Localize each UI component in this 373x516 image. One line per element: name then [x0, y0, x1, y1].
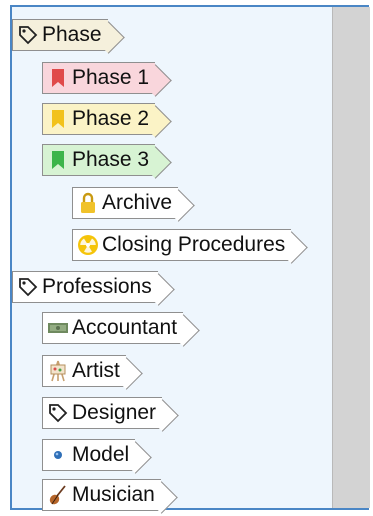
tree-item-closing-procedures[interactable]: Closing Procedures	[72, 229, 292, 261]
radiation-icon	[77, 234, 99, 256]
tag-tree-panel: Phase Phase 1 Phase 2 Phase 3 Archive Cl…	[10, 5, 370, 511]
tree-item-label: Musician	[72, 483, 155, 506]
tree-item-label: Phase 2	[72, 107, 150, 130]
lock-icon	[77, 192, 99, 214]
yellow-bookmark-icon	[47, 108, 69, 130]
tree-item-label: Phase 1	[72, 66, 150, 89]
green-bookmark-icon	[47, 149, 69, 171]
tree-item-archive[interactable]: Archive	[72, 187, 179, 219]
tree-item-musician[interactable]: Musician	[42, 479, 161, 511]
tree-item-designer[interactable]: Designer	[42, 397, 163, 429]
tree-item-phase-3[interactable]: Phase 3	[42, 144, 156, 176]
tree-item-artist[interactable]: Artist	[42, 355, 126, 387]
tree-item-label: Archive	[102, 191, 173, 214]
dot-icon	[47, 444, 69, 466]
vertical-scrollbar[interactable]	[332, 7, 370, 508]
tree-item-professions[interactable]: Professions	[12, 271, 158, 303]
tree-item-label: Accountant	[72, 316, 178, 339]
tree-item-phase-1[interactable]: Phase 1	[42, 62, 156, 94]
tree-item-label: Artist	[72, 359, 120, 382]
tree-item-label: Model	[72, 443, 130, 466]
red-bookmark-icon	[47, 67, 69, 89]
tree-item-phase[interactable]: Phase	[12, 19, 108, 51]
tree-item-accountant[interactable]: Accountant	[42, 312, 184, 344]
tree-item-phase-2[interactable]: Phase 2	[42, 103, 156, 135]
tree-item-label: Designer	[72, 401, 157, 424]
tree-item-label: Professions	[42, 275, 152, 298]
money-icon	[47, 317, 69, 339]
tree-item-label: Closing Procedures	[102, 233, 286, 256]
easel-icon	[47, 360, 69, 382]
violin-icon	[47, 484, 69, 506]
tree-item-model[interactable]: Model	[42, 439, 136, 471]
tag-outline-icon	[47, 402, 69, 424]
tree-item-label: Phase 3	[72, 148, 150, 171]
tree-item-label: Phase	[42, 23, 102, 46]
tag-outline-icon	[17, 276, 39, 298]
tag-outline-icon	[17, 24, 39, 46]
